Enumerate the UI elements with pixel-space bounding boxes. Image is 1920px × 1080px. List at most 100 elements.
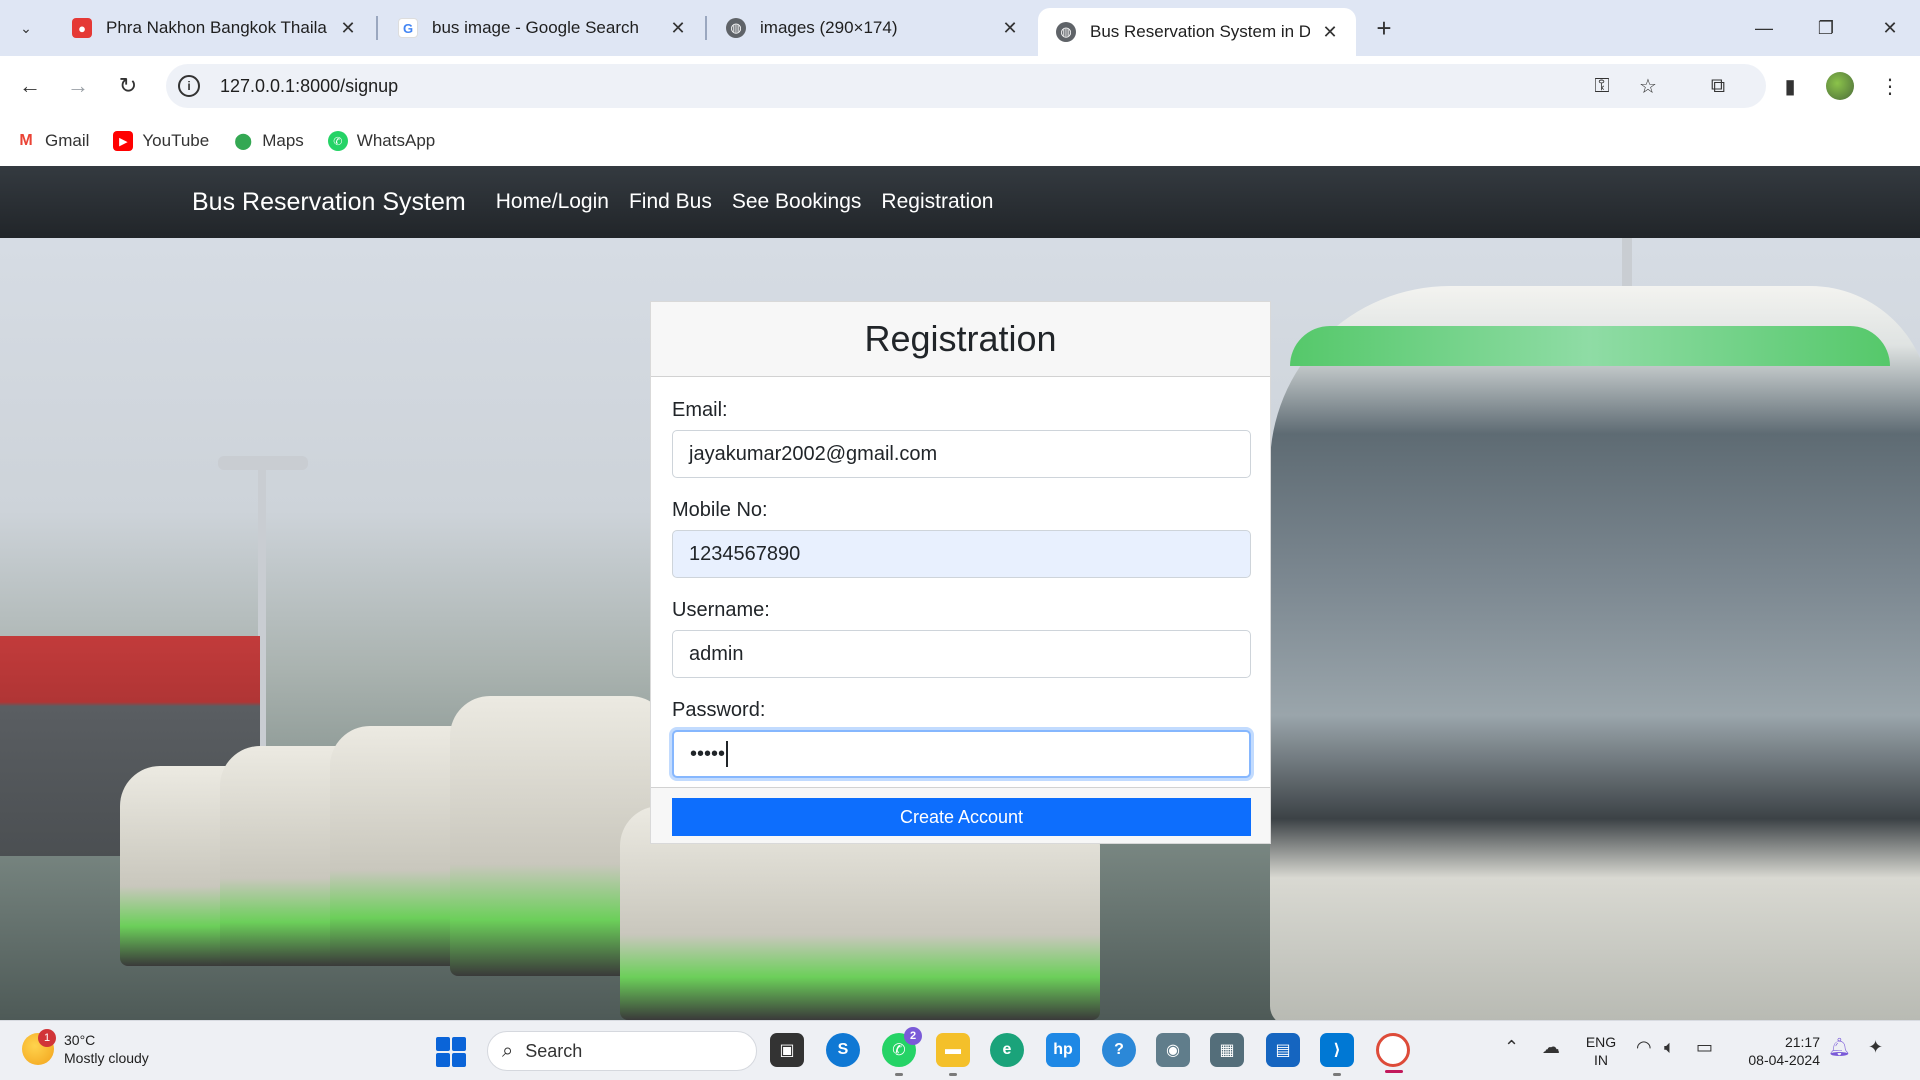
bookmark-maps[interactable]: ⬤ Maps — [233, 131, 304, 151]
windows-taskbar: 1 30°C Mostly cloudy ⌕ Search ▣ S ✆ 2 ▬ … — [0, 1020, 1920, 1080]
partly-cloudy-icon: 1 — [22, 1029, 56, 1065]
avatar — [1826, 72, 1854, 100]
clock[interactable]: 21:17 08-04-2024 — [1736, 1033, 1820, 1069]
mobile-label: Mobile No: — [672, 499, 768, 521]
bookmark-star-icon[interactable]: ☆ — [1634, 72, 1662, 100]
nav-link-registration[interactable]: Registration — [881, 190, 993, 214]
username-value: admin — [689, 642, 744, 665]
tab-title: Bus Reservation System in Djan — [1090, 22, 1310, 41]
running-indicator — [949, 1073, 957, 1076]
bookmark-whatsapp[interactable]: ✆ WhatsApp — [327, 131, 436, 151]
site-info-icon[interactable]: i — [178, 75, 200, 97]
camera-icon[interactable]: ◉ — [1156, 1033, 1190, 1067]
page-viewport: Bus Reservation System Home/Login Find B… — [0, 166, 1920, 1020]
show-hidden-icons-chevron-icon[interactable]: ⌃ — [1504, 1037, 1519, 1058]
skype-icon[interactable]: S — [826, 1033, 860, 1067]
form-title: Registration — [864, 318, 1057, 359]
front-bus-stripe — [1290, 326, 1890, 366]
taskbar-search-label: Search — [525, 1040, 583, 1061]
wifi-icon[interactable]: ◠ — [1636, 1037, 1652, 1058]
whatsapp-unread-badge: 2 — [904, 1027, 922, 1045]
create-account-button[interactable]: Create Account — [672, 798, 1251, 836]
minimize-icon[interactable]: — — [1744, 10, 1784, 46]
bookmark-label: WhatsApp — [356, 131, 436, 150]
close-icon[interactable]: ✕ — [666, 16, 690, 40]
onedrive-cloud-icon[interactable]: ☁ — [1542, 1037, 1560, 1058]
weather-temperature: 30°C — [64, 1032, 96, 1048]
reload-icon[interactable]: ↻ — [110, 68, 146, 104]
notification-bell-icon[interactable]: 🔔︎ — [1828, 1037, 1851, 1058]
calculator-icon[interactable]: ▦ — [1210, 1033, 1244, 1067]
extensions-puzzle-icon[interactable]: ⧉ — [1702, 70, 1734, 102]
mobile-field[interactable]: 1234567890 — [672, 530, 1251, 578]
globe-icon: ◍ — [1056, 22, 1076, 42]
text-caret — [726, 741, 729, 767]
running-indicator — [1333, 1073, 1341, 1076]
profile-avatar[interactable] — [1824, 70, 1856, 102]
windows-start-icon[interactable] — [436, 1037, 466, 1067]
close-icon[interactable]: ✕ — [1318, 20, 1342, 44]
copilot-icon[interactable]: ✦ — [1868, 1037, 1883, 1058]
task-view-icon[interactable]: ▣ — [770, 1033, 804, 1067]
tab-bus-image-search[interactable]: G bus image - Google Search ✕ — [380, 8, 704, 48]
microsoft-store-icon[interactable]: ▤ — [1266, 1033, 1300, 1067]
clock-date: 08-04-2024 — [1748, 1052, 1820, 1068]
help-icon[interactable]: ? — [1102, 1033, 1136, 1067]
tab-images[interactable]: ◍ images (290×174) ✕ — [708, 8, 1036, 48]
side-panel-icon[interactable]: ▮ — [1774, 70, 1806, 102]
chrome-taskbar-icon[interactable] — [1376, 1033, 1410, 1073]
restore-icon[interactable]: ❐ — [1806, 10, 1846, 46]
red-pin-icon: ● — [72, 18, 92, 38]
whatsapp-taskbar-icon[interactable]: ✆ 2 — [882, 1027, 922, 1076]
email-value: jayakumar2002@gmail.com — [689, 442, 938, 465]
bookmark-gmail[interactable]: M Gmail — [16, 131, 89, 151]
bookmark-label: Gmail — [45, 131, 90, 150]
light-pole-head — [218, 456, 308, 470]
back-arrow-icon[interactable]: ← — [12, 68, 48, 104]
tab-search-icon[interactable]: ⌄ — [10, 12, 42, 44]
vscode-icon[interactable]: ⟩ — [1320, 1033, 1354, 1076]
taskbar-search-box[interactable]: ⌕ Search — [487, 1031, 757, 1071]
close-icon[interactable]: ✕ — [336, 16, 360, 40]
new-tab-plus-icon[interactable]: + — [1368, 12, 1400, 44]
globe-icon: ◍ — [726, 18, 746, 38]
nav-link-see-bookings[interactable]: See Bookings — [732, 190, 862, 214]
tab-title: images (290×174) — [760, 18, 898, 37]
file-explorer-icon[interactable]: ▬ — [936, 1033, 970, 1076]
close-icon[interactable]: ✕ — [998, 16, 1022, 40]
youtube-icon: ▶ — [113, 131, 134, 151]
front-bus — [1270, 286, 1920, 1020]
tab-title: Phra Nakhon Bangkok Thailand — [106, 18, 328, 37]
google-icon: G — [398, 18, 418, 38]
username-label: Username: — [672, 599, 770, 621]
window-close-icon[interactable]: ✕ — [1870, 10, 1910, 46]
language-indicator[interactable]: ENG IN — [1584, 1033, 1618, 1069]
active-indicator — [1385, 1070, 1403, 1073]
username-field[interactable]: admin — [672, 630, 1251, 678]
battery-icon[interactable]: ▭ — [1696, 1037, 1713, 1058]
chrome-menu-icon[interactable]: ⋮ — [1874, 70, 1906, 102]
site-navbar: Bus Reservation System Home/Login Find B… — [0, 166, 1920, 238]
tab-bus-reservation[interactable]: ◍ Bus Reservation System in Djan ✕ — [1038, 8, 1356, 56]
navbar-brand[interactable]: Bus Reservation System — [192, 188, 466, 217]
email-field[interactable]: jayakumar2002@gmail.com — [672, 430, 1251, 478]
volume-icon[interactable]: 🔈︎ — [1664, 1037, 1675, 1058]
myhp-icon[interactable]: hp — [1046, 1033, 1080, 1067]
tab-phra-nakhon[interactable]: ● Phra Nakhon Bangkok Thailand ✕ — [54, 8, 374, 48]
edge-icon[interactable]: e — [990, 1033, 1024, 1067]
bookmark-youtube[interactable]: ▶ YouTube — [113, 131, 209, 151]
registration-card: Registration Email: jayakumar2002@gmail.… — [650, 301, 1271, 844]
whatsapp-icon: ✆ — [327, 131, 348, 151]
url-text[interactable]: 127.0.0.1:8000/signup — [220, 76, 398, 97]
password-field[interactable]: ••••• — [672, 730, 1251, 778]
address-bar[interactable]: i 127.0.0.1:8000/signup ⚿ ☆ — [166, 64, 1766, 108]
maps-icon: ⬤ — [233, 131, 254, 151]
tab-title: bus image - Google Search — [432, 18, 639, 37]
password-key-icon[interactable]: ⚿ — [1588, 72, 1616, 100]
forward-arrow-icon[interactable]: → — [60, 68, 96, 104]
nav-link-home-login[interactable]: Home/Login — [496, 190, 609, 214]
nav-link-find-bus[interactable]: Find Bus — [629, 190, 712, 214]
weather-notification-badge: 1 — [38, 1029, 56, 1047]
password-value: ••••• — [690, 742, 726, 765]
weather-widget[interactable]: 1 30°C Mostly cloudy — [22, 1029, 149, 1067]
